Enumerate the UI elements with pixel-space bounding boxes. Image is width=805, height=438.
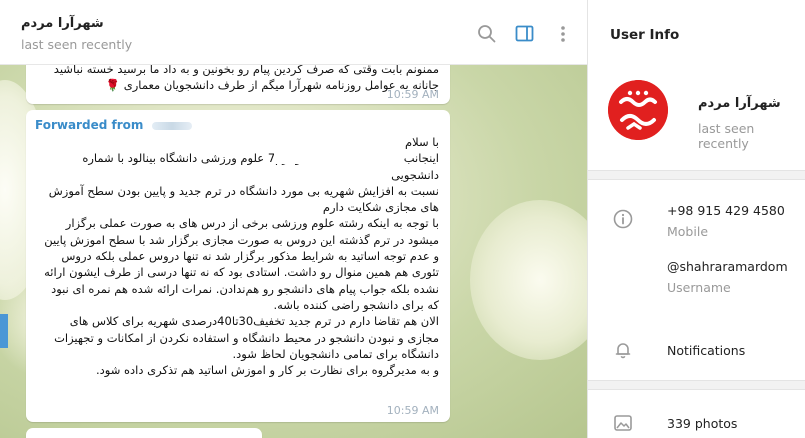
profile-status: last seen recently [698,121,755,151]
message-time: 10:59 AM [386,88,439,101]
chat-area: شهرآرا مردم last seen recently ممنونم با… [0,0,587,438]
divider [588,380,805,390]
user-info-panel: User Info شهرآرا مردم last seen recently… [587,0,805,438]
redacted-sender [151,121,192,130]
message-time: 10:59 AM [386,404,439,417]
username-value[interactable]: @shahraramardom [667,259,788,274]
more-vertical-icon[interactable] [553,24,573,44]
forwarded-header[interactable]: Forwarded from [35,118,192,132]
panel-title: User Info [610,27,680,43]
phone-label: Mobile [667,224,709,239]
photo-icon [613,413,633,433]
username-label: Username [667,280,731,295]
peer-status: last seen recently [21,37,133,52]
search-icon[interactable] [477,24,497,44]
bell-icon [613,340,633,360]
sidebar-toggle-icon[interactable] [515,24,535,44]
forwarded-label: Forwarded from [35,118,144,132]
redacted-name [274,152,348,164]
avatar[interactable] [608,80,668,140]
forwarded-message-bubble[interactable]: Forwarded from با سلام اینجانب دانشجو تر… [26,110,450,422]
profile-name: شهرآرا مردم [698,96,781,111]
redacted-student-id [334,166,398,176]
chat-header: شهرآرا مردم last seen recently [0,0,587,65]
shahrara-logo-icon [608,80,668,140]
info-icon [613,209,633,229]
phone-value[interactable]: +98 915 429 4580 [667,203,785,218]
divider [588,170,805,180]
wallpaper-flower [470,200,587,360]
peer-name[interactable]: شهرآرا مردم [21,16,104,31]
message-bubble-partial[interactable] [26,428,262,438]
photos-link[interactable]: 339 photos [667,416,737,431]
notifications-toggle[interactable]: Notifications [667,343,745,358]
scroll-accent [0,314,8,348]
